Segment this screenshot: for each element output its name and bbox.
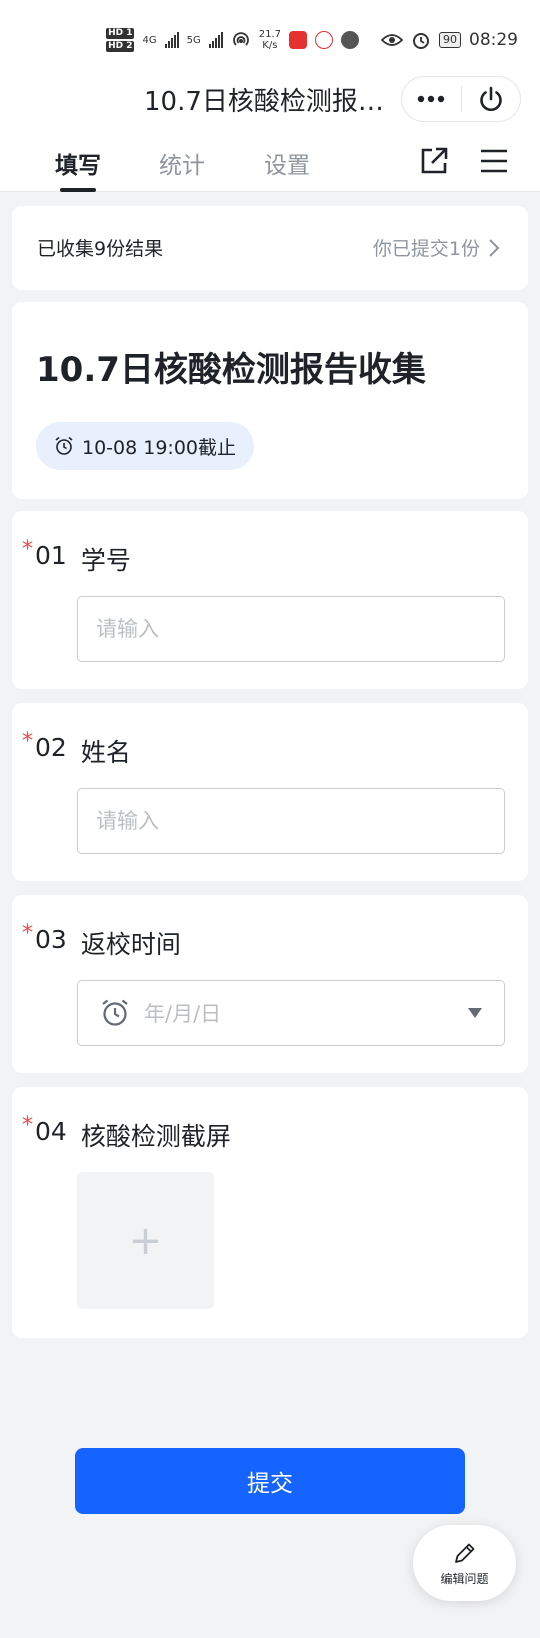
question-title: 姓名	[80, 738, 131, 767]
mini-program-capsule	[401, 76, 521, 122]
tab-bar: 填写 统计 设置	[0, 134, 540, 192]
page-title: 10.7日核酸检测报告收集	[144, 87, 394, 117]
required-mark: *	[22, 1113, 33, 1138]
power-icon	[479, 86, 502, 111]
deadline-badge: 10-08 19:00截止	[36, 422, 255, 470]
question-label: * 02 姓名	[22, 729, 131, 769]
title-bar: 10.7日核酸检测报告收集	[0, 74, 540, 134]
question-label: * 04 核酸检测截屏	[22, 1113, 231, 1153]
pencil-icon	[454, 1543, 474, 1563]
question-title: 核酸检测截屏	[80, 1122, 231, 1151]
tab-statistics[interactable]: 统计	[159, 146, 205, 180]
my-submissions-link[interactable]: 你已提交1份	[373, 234, 500, 261]
network-5g-label: 5G	[186, 34, 201, 46]
date-placeholder: 年/月/日	[144, 1002, 222, 1026]
signal-bars-icon	[164, 32, 179, 48]
more-button[interactable]	[402, 76, 461, 122]
name-input[interactable]	[77, 788, 505, 854]
more-icon	[418, 95, 445, 103]
form-header-card: 10.7日核酸检测报告收集 10-08 19:00截止	[12, 302, 528, 499]
question-number: 02	[35, 733, 67, 762]
status-time: 08:29	[469, 30, 518, 50]
speed-unit: K/s	[262, 40, 278, 51]
submitted-count: 你已提交1份	[372, 238, 480, 260]
alarm-icon	[413, 33, 429, 49]
question-card: * 03 返校时间 年/月/日	[12, 895, 528, 1073]
dropdown-arrow-icon	[468, 1008, 482, 1018]
edit-questions-button[interactable]: 编辑问题	[413, 1525, 516, 1601]
tab-fill[interactable]: 填写	[55, 146, 101, 180]
submit-button[interactable]: 提交	[75, 1448, 465, 1514]
hd-indicator: HD 1 HD 2	[106, 28, 135, 52]
status-bar: HD 1 HD 2 4G 5G 21.7 K/s 90 08:29	[0, 0, 540, 74]
hotspot-icon	[232, 32, 249, 46]
required-mark: *	[22, 729, 33, 754]
plus-icon: +	[128, 1217, 163, 1264]
alarm-clock-icon	[102, 999, 128, 1026]
question-card: * 01 学号	[12, 511, 528, 689]
app-notification-icon	[289, 31, 307, 49]
question-number: 04	[35, 1117, 67, 1146]
question-number: 03	[35, 925, 67, 954]
student-id-input[interactable]	[77, 596, 505, 662]
menu-icon[interactable]	[477, 144, 511, 178]
question-card: * 02 姓名	[12, 703, 528, 881]
question-number: 01	[35, 541, 67, 570]
close-button[interactable]	[461, 76, 520, 122]
collected-count: 已收集9份结果	[37, 238, 164, 260]
chevron-right-icon	[489, 238, 500, 257]
alarm-clock-icon	[55, 436, 73, 455]
fm-notification-icon	[315, 31, 333, 49]
required-mark: *	[22, 537, 33, 562]
tab-settings[interactable]: 设置	[264, 146, 310, 180]
signal-bars-icon	[208, 32, 223, 48]
summary-card: 已收集9份结果 你已提交1份	[12, 206, 528, 290]
form-title: 10.7日核酸检测报告收集	[36, 350, 426, 390]
network-4g-label: 4G	[142, 34, 157, 46]
question-label: * 03 返校时间	[22, 921, 181, 961]
question-card: * 04 核酸检测截屏 +	[12, 1087, 528, 1338]
hd1-badge: HD 1	[106, 28, 135, 39]
browser-notification-icon	[341, 31, 359, 49]
question-title: 学号	[80, 546, 131, 575]
network-speed: 21.7 K/s	[259, 29, 281, 51]
battery-icon: 90	[439, 32, 461, 48]
question-title: 返校时间	[80, 930, 181, 959]
hd2-badge: HD 2	[106, 41, 135, 52]
active-tab-indicator	[60, 188, 96, 192]
eye-icon	[381, 34, 403, 46]
question-label: * 01 学号	[22, 537, 131, 577]
speed-value: 21.7	[258, 29, 281, 40]
required-mark: *	[22, 921, 33, 946]
edit-label: 编辑问题	[440, 1571, 489, 1586]
return-date-picker[interactable]: 年/月/日	[77, 980, 505, 1046]
deadline-text: 10-08 19:00截止	[82, 436, 237, 459]
image-upload-button[interactable]: +	[77, 1172, 214, 1309]
share-icon[interactable]	[417, 144, 451, 178]
